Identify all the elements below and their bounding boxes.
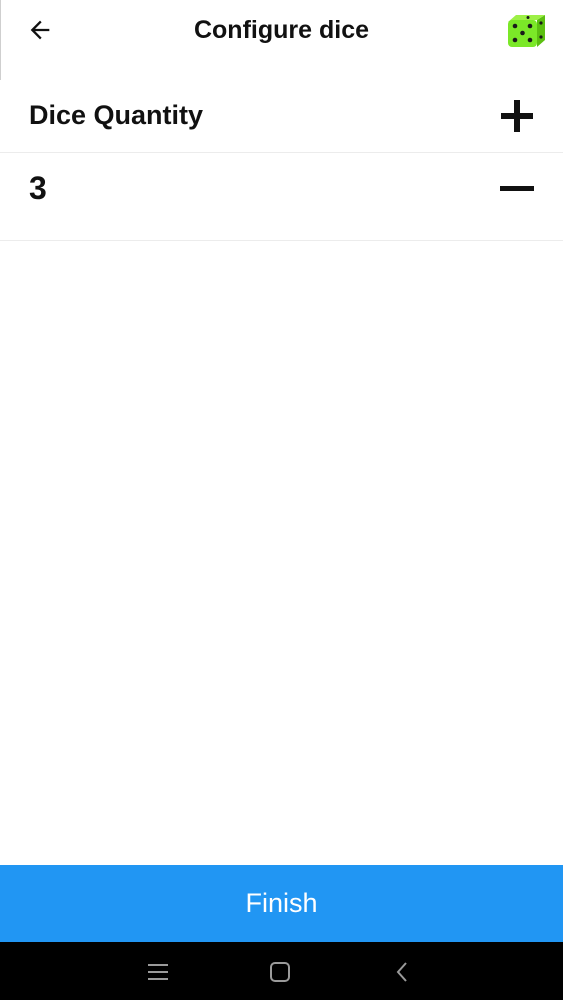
home-icon	[270, 962, 290, 982]
dice-quantity-value: 3	[29, 170, 47, 206]
increase-button[interactable]	[495, 94, 539, 138]
dice-quantity-row: Dice Quantity	[0, 80, 563, 153]
finish-button[interactable]: Finish	[0, 865, 563, 942]
dice-quantity-label: Dice Quantity	[29, 100, 204, 130]
page-title: Configure dice	[193, 16, 369, 44]
back-icon	[396, 962, 407, 982]
dice-quantity-value-row: 3	[0, 153, 563, 241]
configure-dice-screen: Configure dice Dice Quantity 3 Finish	[0, 0, 563, 1000]
plus-icon	[501, 100, 533, 132]
minus-icon	[500, 186, 534, 191]
menu-icon	[148, 964, 168, 980]
nav-menu-button[interactable]	[142, 956, 174, 988]
nav-home-button[interactable]	[264, 956, 296, 988]
app-bar: Configure dice	[0, 0, 563, 64]
green-die-icon[interactable]	[504, 10, 548, 52]
nav-back-button[interactable]	[386, 956, 418, 988]
system-nav-bar	[0, 942, 563, 1000]
decrease-button[interactable]	[495, 166, 539, 210]
